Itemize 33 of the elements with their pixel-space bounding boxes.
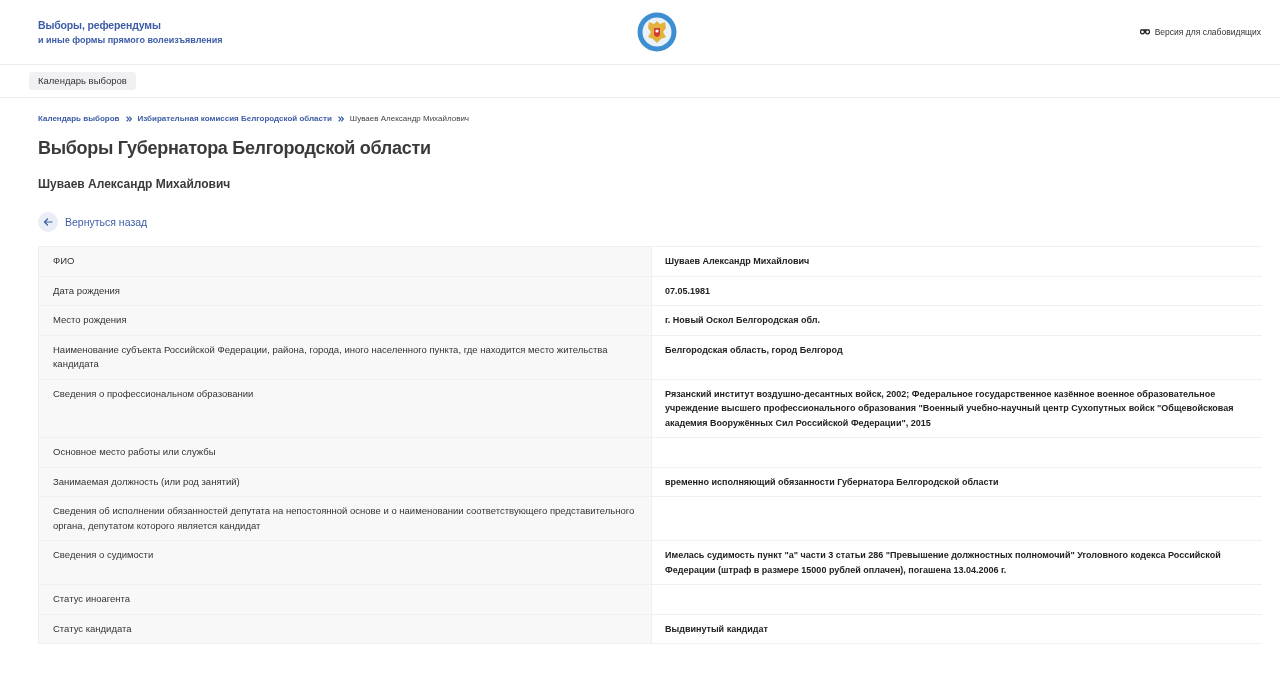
glasses-icon [1139, 29, 1150, 35]
field-label: Место рождения [39, 305, 651, 335]
field-value: Белгородская область, город Белгород [651, 334, 1262, 379]
field-label: Статус иноагента [39, 584, 651, 614]
double-chevron-icon [125, 115, 132, 122]
breadcrumb-link[interactable]: Календарь выборов [38, 114, 120, 123]
field-value: 07.05.1981 [651, 275, 1262, 305]
page-title: Выборы Губернатора Белгородской области [38, 137, 431, 160]
field-value: г. Новый Оскол Белгородская обл. [651, 305, 1262, 335]
field-value: Шуваев Александр Михайлович [651, 247, 1262, 276]
breadcrumb-link[interactable]: Избирательная комиссия Белгородской области [137, 114, 332, 123]
double-chevron-icon [337, 115, 344, 122]
nav-tab[interactable]: Календарь выборов [29, 72, 136, 90]
field-label: Основное место работы или службы [39, 437, 651, 467]
field-label: Сведения о профессиональном образовании [39, 378, 651, 437]
field-label: Занимаемая должность (или род занятий) [39, 466, 651, 496]
field-label: Сведения о судимости [39, 540, 651, 584]
emblem-logo[interactable] [636, 12, 677, 52]
field-value: Рязанский институт воздушно-десантных войск, 2002; Федеральное государственное казённое военное образовательное учреждение высшего профессионального образования "Военный учебно-научный центр Сухопутных войск "Общевойсковая академия Вооружённых Сил Российской Федерации", 2015 [651, 378, 1262, 437]
field-label: Наименование субъекта Российской Федерации, района, города, иного населенного пункта, где находится место жительства кандидата [39, 334, 651, 379]
field-value: Выдвинутый кандидат [651, 613, 1262, 643]
low-vision-version-link[interactable]: Версия для слабовидящих [1139, 27, 1261, 37]
field-value: временно исполняющий обязанности Губернатора Белгородской области [651, 466, 1262, 496]
breadcrumb-current: Шуваев Александр Михайлович [349, 114, 470, 123]
field-value: Имелась судимость пункт "а" части 3 статьи 286 "Превышение должностных полномочий" Уголовного кодекса Российской Федерации (штраф в размере 15000 рублей оплачен), погашена 13.04.2006 г. [651, 540, 1262, 584]
field-label: Дата рождения [39, 275, 651, 305]
site-title[interactable]: Выборы, референдумы [38, 19, 161, 31]
site-subtitle[interactable]: и иные формы прямого волеизъявления [38, 35, 223, 45]
field-label: Сведения об исполнении обязанностей депутата на непостоянной основе и о наименовании соответствующего представительного органа, депутатом которого является кандидат [39, 496, 651, 540]
field-label: Статус кандидата [39, 613, 651, 643]
back-link[interactable]: Вернуться назад [38, 212, 148, 232]
candidate-name: Шуваев Александр Михайлович [38, 176, 231, 192]
field-label: ФИО [39, 247, 651, 276]
